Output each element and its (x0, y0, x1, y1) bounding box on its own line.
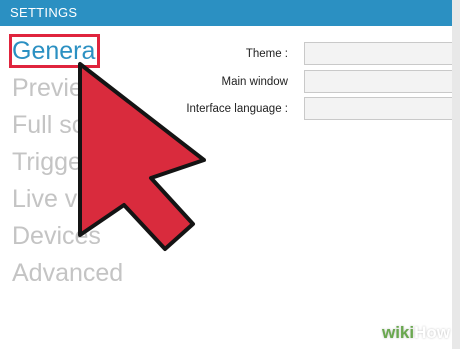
nav-item-preview[interactable]: Previe (12, 73, 83, 103)
window-edge (452, 0, 460, 349)
wikihow-watermark: wikiHow (382, 323, 450, 343)
main-window-label: Main window (221, 76, 288, 88)
interface-language-field[interactable] (304, 97, 460, 120)
highlight-box (9, 34, 100, 68)
settings-window: SETTINGS General Previe Full sc Trigge L… (0, 0, 460, 349)
theme-field[interactable] (304, 42, 460, 65)
watermark-wiki: wiki (381, 323, 415, 342)
nav-item-devices[interactable]: Devices (12, 221, 101, 251)
watermark-how: How (414, 323, 450, 342)
theme-label: Theme : (245, 48, 288, 60)
nav-item-advanced[interactable]: Advanced (12, 258, 123, 288)
nav-item-full-screen[interactable]: Full sc (12, 110, 84, 140)
window-title: SETTINGS (0, 0, 460, 26)
nav-item-live-view[interactable]: Live v (12, 184, 77, 214)
nav-item-trigger[interactable]: Trigge (12, 147, 82, 177)
main-window-field[interactable] (304, 70, 460, 93)
interface-language-label: Interface language : (186, 103, 288, 115)
